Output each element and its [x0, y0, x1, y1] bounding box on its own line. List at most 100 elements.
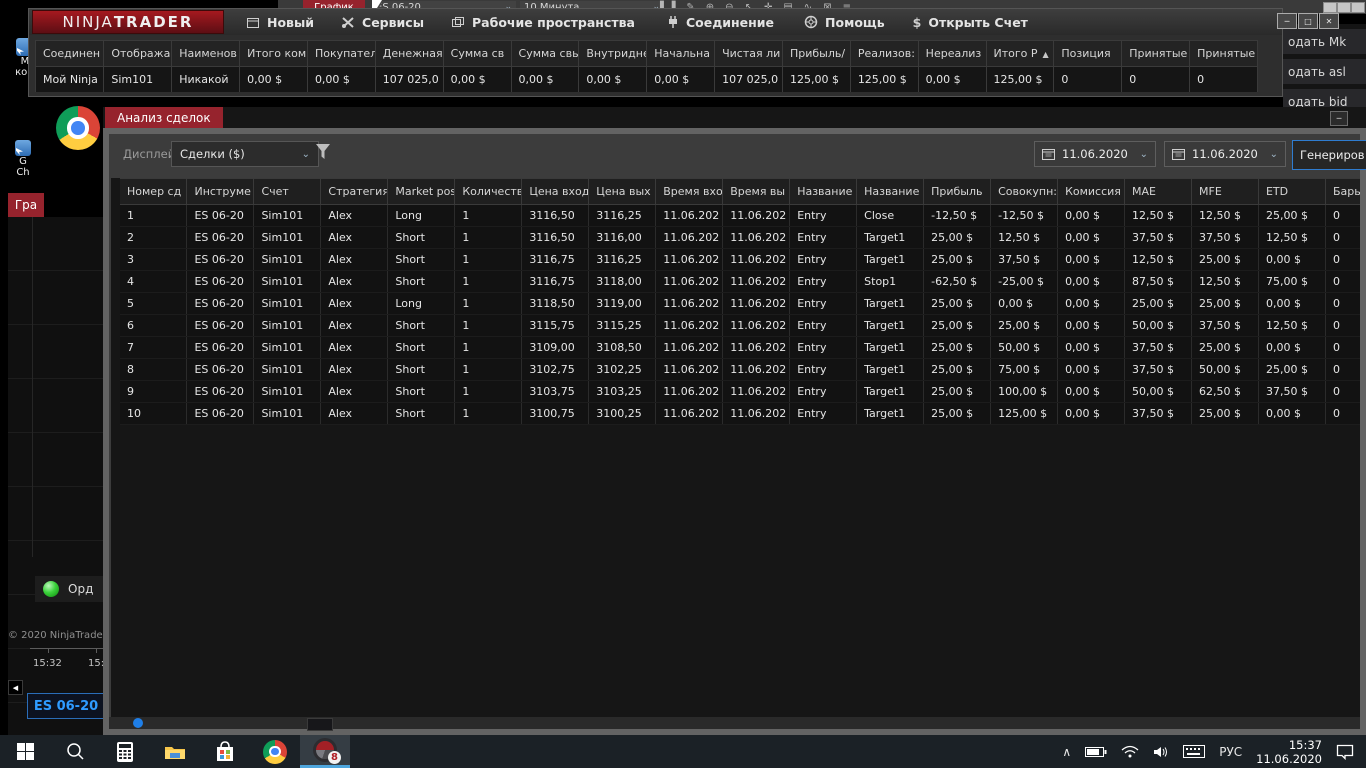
column-header[interactable]: Прибыль/: [782, 40, 851, 67]
table-row[interactable]: 7 ES 06-20 Sim101 Alex Short 1 3109,00 3108,50 1…: [120, 336, 1360, 359]
column-header[interactable]: Цена вых: [588, 178, 657, 205]
table-row[interactable]: 8 ES 06-20 Sim101 Alex Short 1 3102,75 3102,25 1…: [120, 358, 1360, 381]
column-header[interactable]: Чистая ли: [714, 40, 783, 67]
column-header[interactable]: Название: [856, 178, 925, 205]
column-header[interactable]: Название: [789, 178, 858, 205]
column-header[interactable]: Начальна: [646, 40, 716, 67]
table-row[interactable]: 9 ES 06-20 Sim101 Alex Short 1 3103,75 3103,25 1…: [120, 380, 1360, 403]
notification-center-icon[interactable]: [1336, 744, 1354, 760]
trade-analysis-tab[interactable]: Анализ сделок: [105, 107, 223, 128]
menu-tools[interactable]: Сервисы: [341, 15, 424, 30]
search-button[interactable]: [50, 735, 100, 768]
table-row[interactable]: 3 ES 06-20 Sim101 Alex Short 1 3116,75 3116,25 1…: [120, 248, 1360, 271]
store-button[interactable]: [200, 735, 250, 768]
filter-icon[interactable]: [315, 143, 331, 161]
sell-ask-button[interactable]: одать asl: [1283, 59, 1366, 84]
table-row[interactable]: 1 ES 06-20 Sim101 Alex Long 1 3116,50 3116,25 11…: [120, 204, 1360, 227]
menu-workspaces[interactable]: Рабочие пространства: [451, 15, 635, 30]
column-header[interactable]: Принятые: [1121, 40, 1191, 67]
speaker-icon[interactable]: [1153, 745, 1169, 759]
column-header[interactable]: Номер сд: [120, 178, 188, 205]
column-header[interactable]: Время вхо: [655, 178, 724, 205]
column-header[interactable]: Совокупн:: [990, 178, 1059, 205]
battery-icon[interactable]: [1085, 746, 1107, 758]
sell-market-button[interactable]: одать Mk: [1283, 29, 1366, 54]
table-cell: 11.06.202: [655, 226, 724, 249]
menu-connections[interactable]: Соединение: [667, 15, 774, 30]
table-row[interactable]: 6 ES 06-20 Sim101 Alex Short 1 3115,75 3115,25 1…: [120, 314, 1360, 337]
title-bar[interactable]: Анализ сделок ─: [103, 107, 1366, 128]
menu-help[interactable]: Помощь: [804, 15, 885, 30]
table-row[interactable]: 10 ES 06-20 Sim101 Alex Short 1 3100,75 3100,25…: [120, 402, 1360, 425]
column-header[interactable]: Нереализ: [918, 40, 987, 67]
column-header[interactable]: Отобража: [103, 40, 173, 67]
menu-new[interactable]: Новый: [246, 15, 314, 30]
column-header[interactable]: Внутридне: [578, 40, 648, 67]
tray-expand-icon[interactable]: ∧: [1062, 745, 1071, 759]
column-header[interactable]: Количеств: [454, 178, 523, 205]
table-cell: Sim101: [253, 336, 322, 359]
scroll-left-icon[interactable]: ◀: [8, 680, 23, 695]
table-cell: ES 06-20: [186, 204, 255, 227]
column-header[interactable]: Реализов:: [850, 40, 919, 67]
column-header[interactable]: Market pos: [387, 178, 456, 205]
column-header[interactable]: Стратегия: [320, 178, 389, 205]
minimize-button[interactable]: ─: [1277, 13, 1297, 29]
ninjatrader-taskbar-button[interactable]: 8: [300, 735, 350, 768]
column-header[interactable]: Цена вход: [521, 178, 590, 205]
desktop-icon-chrome-shortcut[interactable]: G Ch: [8, 140, 38, 178]
column-header[interactable]: Покупател: [307, 40, 376, 67]
file-explorer-button[interactable]: [150, 735, 200, 768]
column-header[interactable]: Счет: [253, 178, 322, 205]
column-header[interactable]: Время вы: [722, 178, 791, 205]
workspaces-icon: [452, 16, 465, 27]
minimize-icon[interactable]: ─: [1330, 111, 1348, 126]
column-header[interactable]: Итого Р ▲: [986, 40, 1055, 67]
orders-indicator[interactable]: Орд: [35, 576, 111, 602]
table-cell: 11.06.202: [722, 226, 791, 249]
column-header[interactable]: Соединен: [36, 40, 105, 67]
display-dropdown[interactable]: Сделки ($) ⌄: [171, 141, 319, 167]
close-button[interactable]: ✕: [1319, 13, 1339, 29]
column-header[interactable]: ETD: [1258, 178, 1326, 205]
column-header[interactable]: Инструме: [186, 178, 255, 205]
table-cell: 3119,00: [588, 292, 657, 315]
column-header[interactable]: Сумма свь: [511, 40, 580, 67]
maximize-button[interactable]: □: [1298, 13, 1318, 29]
start-button[interactable]: [0, 735, 50, 768]
desktop-icon-chrome[interactable]: [56, 106, 100, 150]
sell-bid-button[interactable]: одать bid: [1283, 89, 1366, 107]
tab-chart-partial[interactable]: Гра: [8, 193, 44, 217]
table-row[interactable]: 4 ES 06-20 Sim101 Alex Short 1 3116,75 3118,00 1…: [120, 270, 1360, 293]
column-header[interactable]: Принятые: [1189, 40, 1258, 67]
generate-button[interactable]: Генериров: [1292, 140, 1366, 170]
column-header[interactable]: Бары: [1325, 178, 1360, 205]
column-header[interactable]: Комиссия: [1057, 178, 1126, 205]
maximize-button[interactable]: [1337, 2, 1351, 13]
column-header[interactable]: Сумма св: [443, 40, 512, 67]
minimize-button[interactable]: [1323, 2, 1337, 13]
column-header[interactable]: Денежная: [375, 40, 444, 67]
table-cell: Short: [387, 248, 456, 271]
calculator-button[interactable]: [100, 735, 150, 768]
chart-instrument-tab[interactable]: ES 06-20: [27, 693, 105, 719]
date-from-picker[interactable]: 11.06.2020 ⌄: [1034, 141, 1156, 167]
column-header[interactable]: Итого ком: [239, 40, 308, 67]
keyboard-icon[interactable]: [1183, 745, 1206, 758]
wifi-icon[interactable]: [1121, 745, 1139, 758]
table-row[interactable]: 5 ES 06-20 Sim101 Alex Long 1 3118,50 3119,00 11…: [120, 292, 1360, 315]
close-button[interactable]: [1351, 2, 1365, 13]
table-row[interactable]: 2 ES 06-20 Sim101 Alex Short 1 3116,50 3116,00 1…: [120, 226, 1360, 249]
column-header[interactable]: MAE: [1124, 178, 1192, 205]
date-to-picker[interactable]: 11.06.2020 ⌄: [1164, 141, 1286, 167]
menu-open-account[interactable]: $ Открыть Счет: [913, 15, 1028, 30]
table-row[interactable]: Мой Ninja Sim101 Никакой 0,00 $0,00 $107 02…: [36, 66, 1258, 92]
column-header[interactable]: Наименов: [171, 40, 241, 67]
language-indicator[interactable]: РУС: [1219, 745, 1242, 759]
column-header[interactable]: Прибыль: [923, 178, 992, 205]
chrome-button[interactable]: [250, 735, 300, 768]
column-header[interactable]: MFE: [1191, 178, 1259, 205]
bottom-tab[interactable]: [307, 718, 333, 731]
column-header[interactable]: Позиция: [1053, 40, 1123, 67]
taskbar-clock[interactable]: 15:37 11.06.2020: [1256, 738, 1322, 766]
